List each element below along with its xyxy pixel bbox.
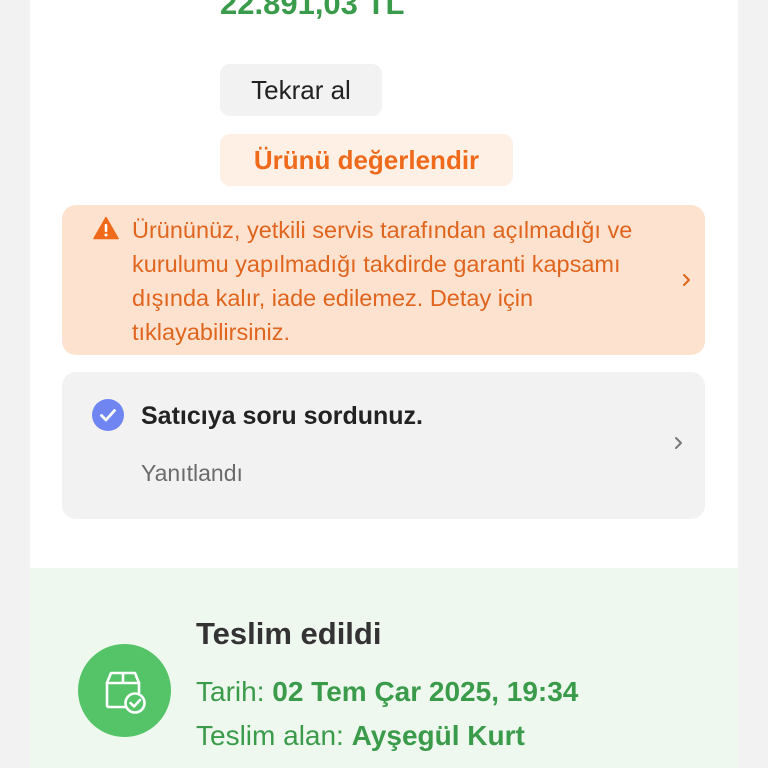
delivery-receiver-value: Ayşegül Kurt bbox=[351, 720, 525, 751]
reorder-button[interactable]: Tekrar al bbox=[220, 64, 382, 116]
chevron-right-icon bbox=[680, 269, 694, 291]
delivery-status-section: Teslim edildi Tarih: 02 Tem Çar 2025, 19… bbox=[30, 568, 738, 768]
delivery-date-value: 02 Tem Çar 2025, 19:34 bbox=[272, 676, 579, 707]
rate-product-button[interactable]: Ürünü değerlendir bbox=[220, 134, 513, 186]
order-card: 22.891,03 TL Tekrar al Ürünü değerlendir… bbox=[30, 0, 738, 768]
delivery-status-title: Teslim edildi bbox=[196, 616, 382, 651]
order-detail-page: 22.891,03 TL Tekrar al Ürünü değerlendir… bbox=[0, 0, 768, 768]
seller-question-card[interactable]: Satıcıya soru sordunuz. Yanıtlandı bbox=[62, 372, 705, 519]
delivery-date-label: Tarih: bbox=[196, 676, 265, 707]
delivery-receiver-row: Teslim alan: Ayşegül Kurt bbox=[196, 720, 525, 752]
delivery-receiver-label: Teslim alan: bbox=[196, 720, 344, 751]
chevron-right-icon bbox=[672, 432, 686, 454]
question-title: Satıcıya soru sordunuz. bbox=[141, 402, 424, 430]
warranty-warning-banner[interactable]: Ürününüz, yetkili servis tarafından açıl… bbox=[62, 205, 705, 355]
package-delivered-icon bbox=[78, 644, 171, 737]
question-status: Yanıtlandı bbox=[141, 460, 243, 486]
warning-icon bbox=[93, 216, 119, 240]
delivery-date-row: Tarih: 02 Tem Çar 2025, 19:34 bbox=[196, 676, 578, 708]
check-circle-icon bbox=[92, 399, 124, 431]
warranty-warning-text: Ürününüz, yetkili servis tarafından açıl… bbox=[132, 217, 633, 345]
order-price: 22.891,03 TL bbox=[220, 0, 405, 21]
